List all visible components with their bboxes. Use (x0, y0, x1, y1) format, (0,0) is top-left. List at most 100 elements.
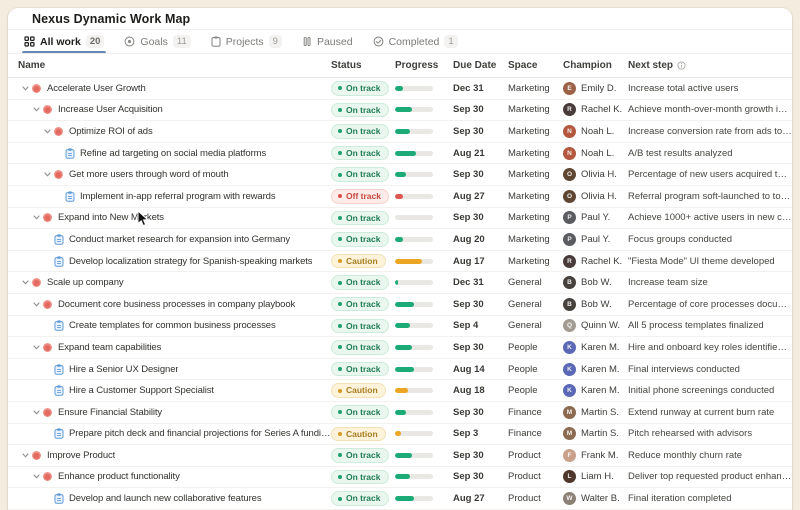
due-date: Sep 30 (453, 104, 508, 115)
next-step: Achieve 1000+ active users in new countr… (628, 212, 792, 223)
table-row[interactable]: Refine ad targeting on social media plat… (8, 143, 792, 165)
check-circle-icon (373, 36, 384, 47)
next-step: "Fiesta Mode" UI theme developed (628, 256, 792, 267)
chevron-down-icon[interactable] (40, 172, 54, 177)
column-header-status[interactable]: Status (331, 60, 395, 71)
project-icon (54, 428, 69, 439)
status-badge[interactable]: On track (331, 319, 389, 334)
status-badge[interactable]: On track (331, 124, 389, 139)
champion-cell: N Noah L. (563, 147, 628, 160)
champion-name: Quinn W. (581, 320, 620, 331)
status-badge[interactable]: On track (331, 491, 389, 506)
table-row[interactable]: Create templates for common business pro… (8, 316, 792, 338)
status-badge[interactable]: Caution (331, 383, 386, 398)
table-row[interactable]: Document core business processes in comp… (8, 294, 792, 316)
table-row[interactable]: Enhance product functionality On track S… (8, 467, 792, 489)
chevron-down-icon[interactable] (29, 410, 43, 415)
chevron-down-icon[interactable] (29, 107, 43, 112)
status-badge[interactable]: Caution (331, 427, 386, 442)
chevron-down-icon[interactable] (18, 453, 32, 458)
status-badge[interactable]: Caution (331, 254, 386, 269)
table-row[interactable]: Hire a Senior UX Designer On track Aug 1… (8, 359, 792, 381)
tab-projects[interactable]: Projects9 (211, 30, 282, 53)
chevron-down-icon[interactable] (18, 280, 32, 285)
progress-cell (395, 280, 453, 285)
status-badge[interactable]: On track (331, 275, 389, 290)
progress-cell (395, 345, 453, 350)
status-badge[interactable]: On track (331, 146, 389, 161)
status-badge[interactable]: On track (331, 470, 389, 485)
tab-all-work[interactable]: All work20 (24, 30, 104, 53)
status-cell: On track (331, 448, 395, 463)
status-badge[interactable]: On track (331, 103, 389, 118)
column-header-space[interactable]: Space (508, 60, 563, 71)
chevron-down-icon[interactable] (29, 474, 43, 479)
chevron-down-icon[interactable] (29, 345, 43, 350)
tab-completed[interactable]: Completed1 (373, 30, 458, 53)
progress-bar (395, 302, 433, 307)
next-step: All 5 process templates finalized (628, 320, 792, 331)
column-header-champion[interactable]: Champion (563, 60, 628, 71)
avatar: L (563, 470, 576, 483)
table-row[interactable]: Ensure Financial Stability On track Sep … (8, 402, 792, 424)
status-badge[interactable]: On track (331, 405, 389, 420)
row-name-label: Get more users through word of mouth (69, 169, 229, 180)
progress-cell (395, 367, 453, 372)
tab-paused[interactable]: Paused (302, 30, 353, 53)
progress-cell (395, 86, 453, 91)
table-row[interactable]: Develop and launch new collaborative fea… (8, 488, 792, 510)
table-row[interactable]: Optimize ROI of ads On track Sep 30 Mark… (8, 121, 792, 143)
status-badge[interactable]: On track (331, 448, 389, 463)
space-label: Marketing (508, 169, 563, 180)
status-badge[interactable]: On track (331, 297, 389, 312)
avatar: M (563, 427, 576, 440)
status-badge[interactable]: On track (331, 340, 389, 355)
status-badge[interactable]: On track (331, 81, 389, 96)
table-row[interactable]: Increase User Acquisition On track Sep 3… (8, 100, 792, 122)
tab-label: Goals (140, 36, 167, 48)
progress-cell (395, 129, 453, 134)
view-tabs: All work20 Goals11 Projects9 Paused Complete… (8, 30, 792, 54)
champion-name: Karen M. (581, 364, 620, 375)
chevron-down-icon[interactable] (29, 215, 43, 220)
champion-cell: B Bob W. (563, 298, 628, 311)
status-badge[interactable]: On track (331, 232, 389, 247)
chevron-down-icon[interactable] (29, 302, 43, 307)
status-badge[interactable]: On track (331, 211, 389, 226)
table-row[interactable]: Accelerate User Growth On track Dec 31 M… (8, 78, 792, 100)
chevron-down-icon[interactable] (18, 86, 32, 91)
progress-cell (395, 431, 453, 436)
table-row[interactable]: Improve Product On track Sep 30 Product … (8, 445, 792, 467)
tab-goals[interactable]: Goals11 (124, 30, 190, 53)
table-row[interactable]: Get more users through word of mouth On … (8, 164, 792, 186)
status-badge[interactable]: Off track (331, 189, 389, 204)
goal-icon (32, 451, 47, 460)
table-row[interactable]: Scale up company On track Dec 31 General… (8, 272, 792, 294)
table-row[interactable]: Implement in-app referral program with r… (8, 186, 792, 208)
table-row[interactable]: Develop localization strategy for Spanis… (8, 251, 792, 273)
column-header-due-date[interactable]: Due Date (453, 60, 508, 71)
clipboard-icon (211, 36, 221, 47)
row-name-label: Hire a Senior UX Designer (69, 364, 178, 375)
project-icon (54, 234, 69, 245)
column-header-name[interactable]: Name (8, 60, 331, 71)
space-label: Marketing (508, 126, 563, 137)
space-label: People (508, 385, 563, 396)
status-badge[interactable]: On track (331, 167, 389, 182)
avatar: R (563, 255, 576, 268)
table-row[interactable]: Hire a Customer Support Specialist Cauti… (8, 380, 792, 402)
table-row[interactable]: Conduct market research for expansion in… (8, 229, 792, 251)
champion-name: Emily D. (581, 83, 616, 94)
chevron-down-icon[interactable] (40, 129, 54, 134)
table-row[interactable]: Prepare pitch deck and financial project… (8, 424, 792, 446)
progress-bar (395, 431, 433, 436)
status-badge[interactable]: On track (331, 362, 389, 377)
row-name-label: Hire a Customer Support Specialist (69, 385, 214, 396)
table-row[interactable]: Expand team capabilities On track Sep 30… (8, 337, 792, 359)
column-header-next-step[interactable]: Next step (628, 60, 792, 71)
target-icon (124, 36, 135, 47)
table-row[interactable]: Expand into New Markets On track Sep 30 … (8, 208, 792, 230)
column-header-progress[interactable]: Progress (395, 60, 453, 71)
champion-name: Liam H. (581, 471, 614, 482)
name-cell: Create templates for common business pro… (8, 320, 331, 331)
